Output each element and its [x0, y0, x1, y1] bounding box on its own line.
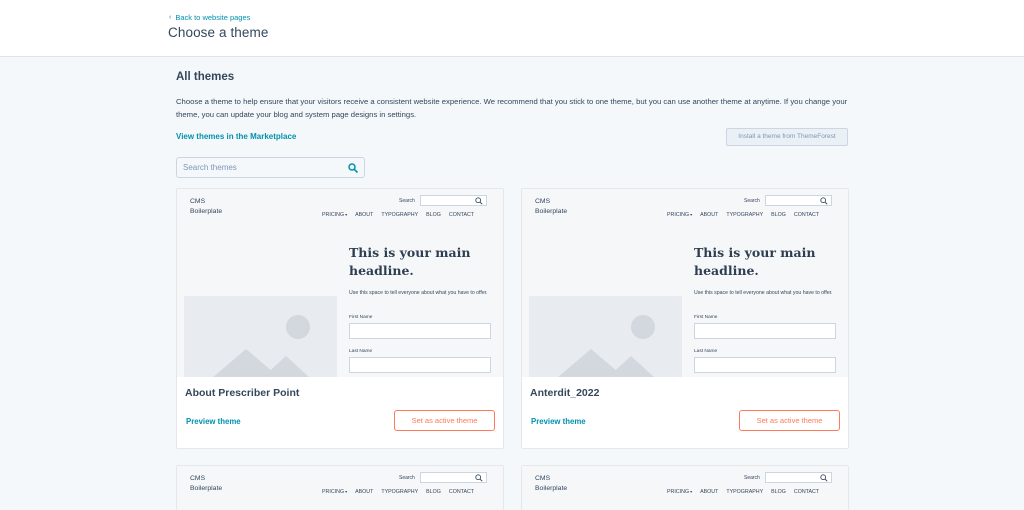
preview-nav: PRICING▾ ABOUT TYPOGRAPHY BLOG CONTACT — [667, 212, 819, 218]
preview-brand: CMS Boilerplate — [190, 475, 223, 492]
preview-search-icon — [475, 197, 483, 205]
caret-down-icon: ▾ — [690, 489, 693, 494]
install-themeforest-button[interactable]: Install a theme from ThemeForest — [726, 128, 848, 146]
preview-nav-item: TYPOGRAPHY — [726, 212, 764, 218]
preview-nav-item: BLOG — [771, 489, 786, 495]
preview-nav-item: TYPOGRAPHY — [726, 489, 764, 495]
search-icon[interactable] — [342, 158, 364, 177]
preview-first-name-field — [349, 323, 491, 339]
preview-nav-item: TYPOGRAPHY — [381, 489, 419, 495]
preview-nav-item: CONTACT — [448, 489, 475, 495]
marketplace-link[interactable]: View themes in the Marketplace — [176, 132, 296, 141]
search-themes-box — [176, 157, 365, 178]
preview-image-placeholder-icon — [184, 296, 337, 377]
back-to-website-pages-link[interactable]: ‹ Back to website pages — [169, 13, 250, 22]
preview-search-label: Search — [399, 475, 415, 481]
back-link-label: Back to website pages — [175, 13, 251, 22]
preview-last-name-label: Last Name — [349, 349, 373, 354]
section-description: Choose a theme to help ensure that your … — [176, 97, 848, 119]
page-header: ‹ Back to website pages Choose a theme — [0, 0, 1024, 57]
search-themes-input[interactable] — [177, 158, 342, 177]
preview-subtext: Use this space to tell everyone about wh… — [694, 290, 833, 296]
preview-nav-item: ABOUT — [700, 489, 719, 495]
preview-nav-item: ABOUT — [700, 212, 719, 218]
preview-nav: PRICING▾ ABOUT TYPOGRAPHY BLOG CONTACT — [322, 489, 474, 495]
preview-first-name-field — [694, 323, 836, 339]
preview-search-field — [420, 472, 487, 483]
preview-brand: CMS Boilerplate — [535, 475, 568, 492]
preview-first-name-label: First Name — [349, 315, 373, 320]
preview-search-field — [420, 195, 487, 206]
theme-preview-thumbnail[interactable]: CMS Boilerplate Search PRICING▾ ABOUT TYP… — [177, 466, 503, 510]
theme-card: CMS Boilerplate Search PRICING▾ ABOUT TYP… — [521, 465, 849, 510]
preview-search-label: Search — [399, 198, 415, 204]
theme-preview-thumbnail[interactable]: CMS Boilerplate Search PRICING▾ ABOUT TYP… — [522, 466, 848, 510]
preview-nav-item: PRICING▾ — [667, 212, 693, 218]
caret-down-icon: ▾ — [345, 489, 348, 494]
preview-search-field — [765, 472, 832, 483]
theme-name: Anterdit_2022 — [530, 387, 600, 399]
set-active-theme-button[interactable]: Set as active theme — [394, 410, 495, 431]
preview-brand: CMS Boilerplate — [190, 198, 223, 215]
preview-last-name-field — [349, 357, 491, 373]
preview-headline: This is your main headline. — [349, 245, 471, 278]
preview-nav-item: PRICING▾ — [322, 489, 348, 495]
theme-preview-thumbnail[interactable]: CMS Boilerplate Search PRICING▾ ABOUT TYP… — [177, 189, 503, 377]
caret-down-icon: ▾ — [345, 212, 348, 217]
preview-subtext: Use this space to tell everyone about wh… — [349, 290, 488, 296]
preview-nav-item: PRICING▾ — [322, 212, 348, 218]
theme-card: CMS Boilerplate Search PRICING▾ ABOUT TYP… — [521, 188, 849, 449]
preview-nav-item: TYPOGRAPHY — [381, 212, 419, 218]
preview-nav-item: ABOUT — [355, 489, 374, 495]
caret-down-icon: ▾ — [690, 212, 693, 217]
preview-first-name-label: First Name — [694, 315, 718, 320]
theme-card: CMS Boilerplate Search PRICING▾ ABOUT TYP… — [176, 188, 504, 449]
preview-nav-item: CONTACT — [793, 489, 820, 495]
preview-search-icon — [820, 197, 828, 205]
preview-search-icon — [475, 474, 483, 482]
page-title: Choose a theme — [168, 25, 269, 40]
preview-nav-item: BLOG — [771, 212, 786, 218]
preview-nav-item: CONTACT — [793, 212, 820, 218]
preview-headline: This is your main headline. — [694, 245, 816, 278]
preview-search-label: Search — [744, 198, 760, 204]
preview-search-label: Search — [744, 475, 760, 481]
preview-search-field — [765, 195, 832, 206]
preview-image-placeholder-icon — [529, 296, 682, 377]
preview-brand: CMS Boilerplate — [535, 198, 568, 215]
preview-nav-item: BLOG — [426, 212, 441, 218]
preview-theme-link[interactable]: Preview theme — [531, 417, 586, 426]
preview-last-name-label: Last Name — [694, 349, 718, 354]
preview-theme-link[interactable]: Preview theme — [186, 417, 241, 426]
preview-last-name-field — [694, 357, 836, 373]
preview-nav: PRICING▾ ABOUT TYPOGRAPHY BLOG CONTACT — [667, 489, 819, 495]
preview-nav-item: CONTACT — [448, 212, 475, 218]
preview-nav-item: PRICING▾ — [667, 489, 693, 495]
preview-nav: PRICING▾ ABOUT TYPOGRAPHY BLOG CONTACT — [322, 212, 474, 218]
set-active-theme-button[interactable]: Set as active theme — [739, 410, 840, 431]
preview-nav-item: BLOG — [426, 489, 441, 495]
theme-name: About Prescriber Point — [185, 387, 300, 399]
chevron-left-icon: ‹ — [169, 14, 172, 21]
preview-nav-item: ABOUT — [355, 212, 374, 218]
section-title: All themes — [176, 71, 235, 83]
theme-preview-thumbnail[interactable]: CMS Boilerplate Search PRICING▾ ABOUT TYP… — [522, 189, 848, 377]
preview-search-icon — [820, 474, 828, 482]
theme-card: CMS Boilerplate Search PRICING▾ ABOUT TYP… — [176, 465, 504, 510]
